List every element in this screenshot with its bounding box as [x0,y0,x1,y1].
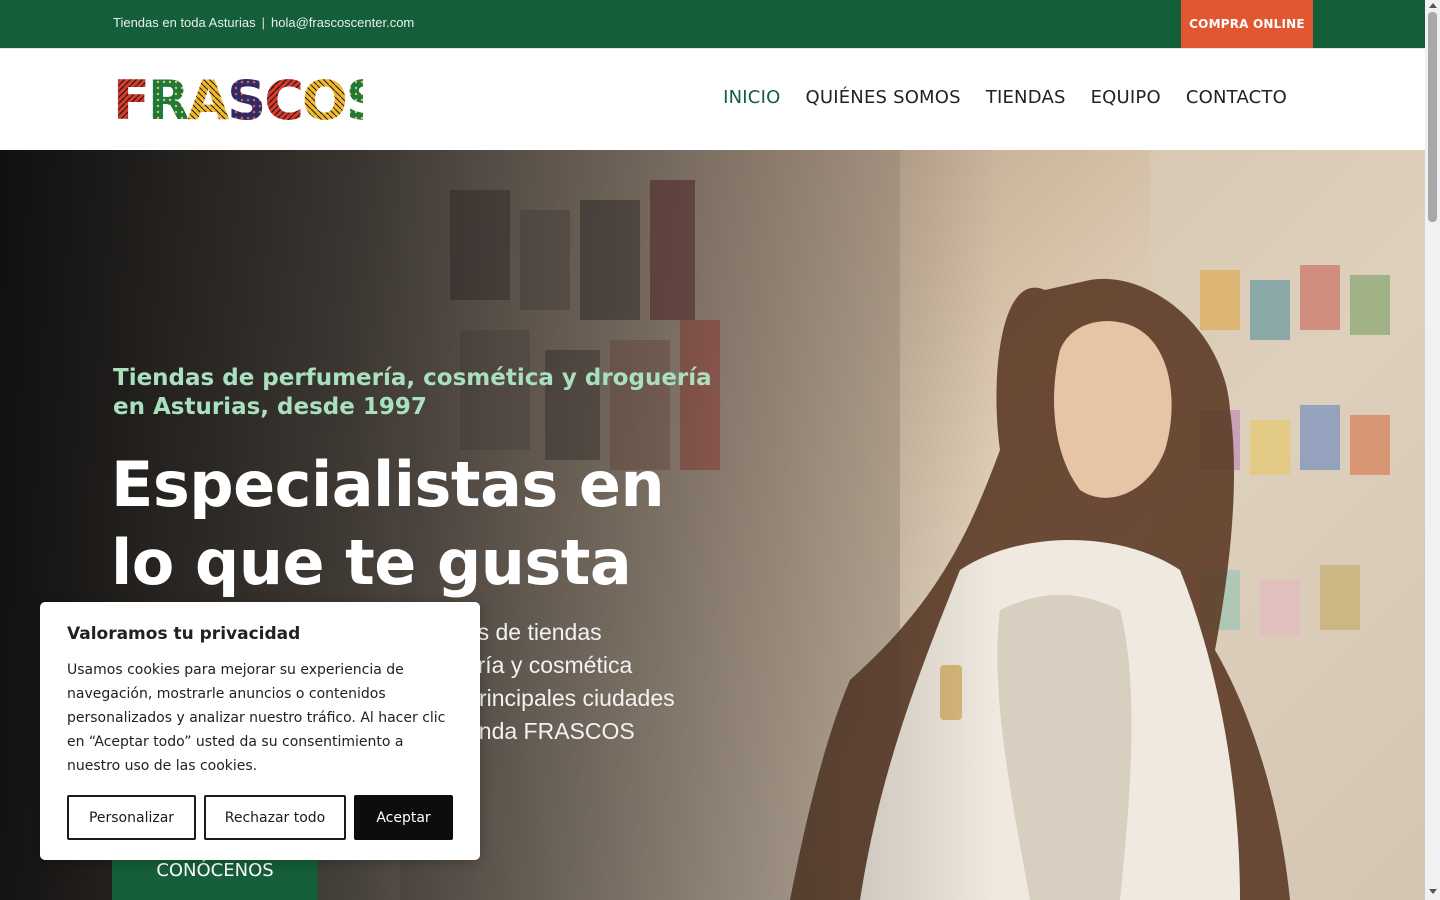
nav-item-quienes-somos[interactable]: QUIÉNES SOMOS [805,87,960,108]
separator: | [261,15,265,30]
location-text: Tiendas en toda Asturias [113,15,256,30]
hero-title-line-2: lo que te gusta [111,526,632,599]
main-nav: INICIO QUIÉNES SOMOS TIENDAS EQUIPO CONT… [723,87,1287,108]
nav-item-tiendas[interactable]: TIENDAS [986,87,1066,108]
nav-item-inicio[interactable]: INICIO [723,87,780,108]
nav-item-contacto[interactable]: CONTACTO [1186,87,1287,108]
cookie-title: Valoramos tu privacidad [67,624,301,644]
scroll-down-icon[interactable] [1429,889,1437,894]
scroll-thumb[interactable] [1428,12,1437,222]
compra-online-button[interactable]: COMPRA ONLINE [1181,0,1313,48]
page-scrollbar[interactable] [1425,0,1440,900]
frascos-logo[interactable]: FRASCOS [113,73,363,125]
cookie-buttons: Personalizar Rechazar todo Aceptar [67,795,453,840]
cookie-consent-panel: Valoramos tu privacidad Usamos cookies p… [40,602,480,860]
hero-title-line-1: Especialistas en [111,448,665,521]
rechazar-todo-button[interactable]: Rechazar todo [204,795,346,840]
scroll-up-icon[interactable] [1429,3,1437,8]
hero-title: Especialistas en lo que te gusta [111,446,751,602]
personalizar-button[interactable]: Personalizar [67,795,196,840]
top-bar-info: Tiendas en toda Asturias | hola@frascosc… [113,15,414,30]
top-bar: Tiendas en toda Asturias | hola@frascosc… [0,0,1425,48]
email-link[interactable]: hola@frascoscenter.com [271,15,414,30]
aceptar-button[interactable]: Aceptar [354,795,453,840]
site-header: FRASCOS INICIO QUIÉNES SOMOS TIENDAS EQU… [0,48,1425,150]
nav-item-equipo[interactable]: EQUIPO [1091,87,1161,108]
cookie-text: Usamos cookies para mejorar su experienc… [67,662,446,774]
svg-text:FRASCOS: FRASCOS [113,73,363,125]
hero-subtitle: Tiendas de perfumería, cosmética y drogu… [113,365,712,420]
